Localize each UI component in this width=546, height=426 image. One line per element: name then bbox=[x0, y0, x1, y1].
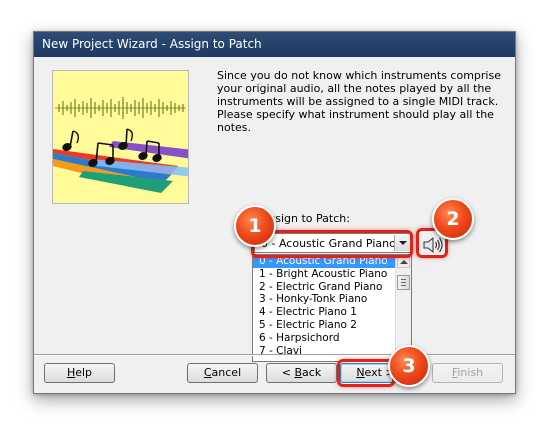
wizard-illustration bbox=[52, 70, 189, 204]
help-button-mnemonic: H bbox=[66, 366, 76, 379]
patch-option[interactable]: 5 - Electric Piano 2 bbox=[253, 319, 396, 332]
help-button[interactable]: Help bbox=[44, 363, 115, 383]
back-button-prefix: < bbox=[281, 366, 295, 379]
help-button-label: elp bbox=[75, 366, 93, 379]
cancel-button-mnemonic: C bbox=[203, 366, 212, 379]
patch-option[interactable]: 6 - Harpsichord bbox=[253, 332, 396, 345]
callout-highlight-next bbox=[337, 359, 395, 387]
back-button-label: ack bbox=[302, 366, 322, 379]
cancel-button-label: ancel bbox=[211, 366, 242, 379]
cancel-button[interactable]: Cancel bbox=[187, 363, 258, 383]
patch-option[interactable]: 4 - Electric Piano 1 bbox=[253, 306, 396, 319]
finish-button-label: inish bbox=[457, 366, 484, 379]
button-separator bbox=[34, 354, 515, 356]
patch-option[interactable]: 1 - Bright Acoustic Piano bbox=[253, 268, 396, 281]
back-button-mnemonic: B bbox=[294, 366, 303, 379]
callout-badge-2: 2 bbox=[432, 198, 474, 240]
back-button[interactable]: < Back bbox=[266, 363, 337, 383]
patch-option[interactable]: 3 - Honky-Tonk Piano bbox=[253, 293, 396, 306]
callout-badge-3: 3 bbox=[388, 345, 430, 387]
finish-button[interactable]: Finish bbox=[432, 363, 503, 383]
callout-badge-1: 1 bbox=[234, 205, 276, 247]
description-text: Since you do not know which instruments … bbox=[217, 69, 501, 134]
patch-option[interactable]: 2 - Electric Grand Piano bbox=[253, 281, 396, 294]
title-bar[interactable]: New Project Wizard - Assign to Patch bbox=[34, 32, 515, 57]
patch-options-list[interactable]: 0 - Acoustic Grand Piano 1 - Bright Acou… bbox=[252, 254, 412, 362]
window-title: New Project Wizard - Assign to Patch bbox=[42, 37, 262, 51]
callout-highlight-dropdown bbox=[251, 230, 413, 258]
music-notes-icon bbox=[53, 97, 188, 193]
scrollbar-thumb[interactable] bbox=[397, 275, 410, 290]
